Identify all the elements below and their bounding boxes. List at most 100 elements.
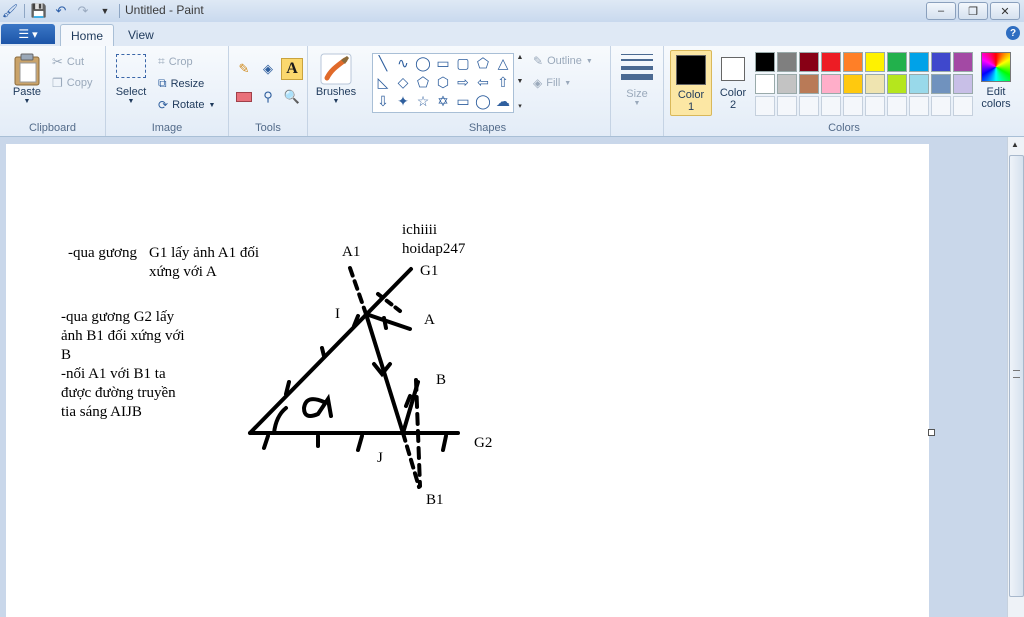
resize-icon: ⧉ bbox=[158, 76, 167, 90]
palette-swatch[interactable] bbox=[887, 52, 907, 72]
vertical-scrollbar[interactable]: ▲ bbox=[1007, 137, 1024, 617]
color1-button[interactable]: Color 1 bbox=[670, 50, 712, 116]
brushes-button[interactable]: Brushes ▼ bbox=[314, 52, 358, 105]
resize-button[interactable]: ⧉ Resize bbox=[158, 76, 204, 91]
palette-swatch[interactable] bbox=[777, 52, 797, 72]
close-button[interactable]: ✕ bbox=[990, 2, 1020, 20]
palette-swatch[interactable] bbox=[953, 52, 973, 72]
redo-icon[interactable]: ↷ bbox=[75, 3, 91, 19]
undo-icon[interactable]: ↶ bbox=[53, 3, 69, 19]
custom-color-slot[interactable] bbox=[953, 96, 973, 116]
left-arrow-shape[interactable]: ⇦ bbox=[473, 73, 493, 92]
fill-tool[interactable]: ◈ bbox=[257, 58, 279, 80]
rect-callout-shape[interactable]: ▭ bbox=[453, 92, 473, 111]
magnifier-tool[interactable]: 🔍 bbox=[281, 86, 303, 108]
outline-button[interactable]: ✎ Outline ▼ bbox=[533, 54, 593, 68]
curve-shape[interactable]: ∿ bbox=[393, 54, 413, 73]
down-arrow-shape[interactable]: ⇩ bbox=[373, 92, 393, 111]
fill-button[interactable]: ◈ Fill ▼ bbox=[533, 76, 571, 90]
window-controls: – ❐ ✕ bbox=[926, 2, 1020, 20]
color-picker-tool[interactable]: ⚲ bbox=[257, 86, 279, 108]
paste-button[interactable]: Paste ▼ bbox=[8, 52, 46, 105]
palette-swatch[interactable] bbox=[931, 52, 951, 72]
line-shape[interactable]: ╲ bbox=[373, 54, 393, 73]
palette-swatch[interactable] bbox=[755, 74, 775, 94]
rounded-rectangle-icon: ▢ bbox=[456, 55, 470, 71]
file-menu-button[interactable]: ☰ ▾ bbox=[1, 24, 55, 44]
copy-label: Copy bbox=[66, 77, 93, 89]
select-button[interactable]: Select ▼ bbox=[112, 54, 150, 105]
canvas-watermark-2: hoidap247 bbox=[402, 241, 466, 257]
hexagon-shape[interactable]: ⬡ bbox=[433, 73, 453, 92]
palette-swatch[interactable] bbox=[799, 52, 819, 72]
palette-swatch[interactable] bbox=[953, 74, 973, 94]
size-dropdown-icon: ▼ bbox=[633, 100, 641, 107]
rectangle-shape[interactable]: ▭ bbox=[433, 54, 453, 73]
right-arrow-shape[interactable]: ⇨ bbox=[453, 73, 473, 92]
paint-app-icon[interactable]: 🖌 bbox=[2, 3, 19, 19]
customize-qat-icon[interactable]: ▼ bbox=[97, 3, 113, 19]
palette-swatch[interactable] bbox=[821, 74, 841, 94]
diamond-shape[interactable]: ◇ bbox=[393, 73, 413, 92]
oval-shape[interactable]: ◯ bbox=[413, 54, 433, 73]
oval-callout-shape[interactable]: ◯ bbox=[473, 92, 493, 111]
rotate-button[interactable]: ⟳ Rotate ▼ bbox=[158, 98, 215, 112]
scroll-thumb[interactable] bbox=[1009, 155, 1024, 597]
palette-swatch[interactable] bbox=[931, 74, 951, 94]
five-point-star-shape[interactable]: ☆ bbox=[413, 92, 433, 111]
custom-color-slot[interactable] bbox=[755, 96, 775, 116]
right-triangle-icon: ◺ bbox=[377, 74, 389, 90]
triangle-shape[interactable]: △ bbox=[493, 54, 513, 73]
tab-view[interactable]: View bbox=[118, 24, 164, 45]
text-tool[interactable]: A bbox=[281, 58, 303, 80]
palette-swatch[interactable] bbox=[909, 52, 929, 72]
palette-swatch[interactable] bbox=[887, 74, 907, 94]
eyedropper-icon: ⚲ bbox=[263, 89, 273, 104]
custom-color-slot[interactable] bbox=[777, 96, 797, 116]
palette-swatch[interactable] bbox=[865, 74, 885, 94]
help-icon[interactable]: ? bbox=[1006, 26, 1020, 40]
cloud-callout-shape[interactable]: ☁ bbox=[493, 92, 513, 111]
eraser-tool[interactable] bbox=[233, 86, 255, 108]
pencil-tool[interactable]: ✎ bbox=[233, 58, 255, 80]
pentagon-shape[interactable]: ⬠ bbox=[413, 73, 433, 92]
rounded-rectangle-shape[interactable]: ▢ bbox=[453, 54, 473, 73]
palette-swatch[interactable] bbox=[799, 74, 819, 94]
copy-button[interactable]: ❐ Copy bbox=[52, 76, 92, 90]
palette-swatch[interactable] bbox=[909, 74, 929, 94]
palette-swatch[interactable] bbox=[821, 52, 841, 72]
palette-swatch[interactable] bbox=[755, 52, 775, 72]
custom-color-slot[interactable] bbox=[843, 96, 863, 116]
outline-icon: ✎ bbox=[533, 54, 544, 68]
four-point-star-shape[interactable]: ✦ bbox=[393, 92, 413, 111]
shapes-scroll[interactable]: ▲ ▼ ▾ bbox=[515, 54, 525, 110]
palette-swatch[interactable] bbox=[777, 74, 797, 94]
custom-color-slot[interactable] bbox=[865, 96, 885, 116]
six-point-star-shape[interactable]: ✡ bbox=[433, 92, 453, 111]
palette-swatch[interactable] bbox=[843, 52, 863, 72]
crop-button[interactable]: ⌗ Crop bbox=[158, 54, 193, 69]
minimize-button[interactable]: – bbox=[926, 2, 956, 20]
edit-colors-button[interactable]: Edit colors bbox=[976, 52, 1016, 114]
canvas-resize-handle[interactable] bbox=[928, 429, 935, 436]
up-arrow-shape[interactable]: ⇧ bbox=[493, 73, 513, 92]
palette-swatch[interactable] bbox=[843, 74, 863, 94]
custom-color-slot[interactable] bbox=[799, 96, 819, 116]
maximize-button[interactable]: ❐ bbox=[958, 2, 988, 20]
cut-button[interactable]: ✂ Cut bbox=[52, 54, 84, 70]
tab-home[interactable]: Home bbox=[60, 24, 115, 46]
save-icon[interactable]: 💾 bbox=[31, 3, 47, 19]
custom-color-slot[interactable] bbox=[931, 96, 951, 116]
tick-g1-1 bbox=[284, 380, 291, 396]
color2-button[interactable]: Color 2 bbox=[714, 50, 752, 114]
qat-separator bbox=[24, 4, 25, 18]
custom-color-slot[interactable] bbox=[821, 96, 841, 116]
custom-color-slot[interactable] bbox=[887, 96, 907, 116]
custom-color-slot[interactable] bbox=[909, 96, 929, 116]
right-triangle-shape[interactable]: ◺ bbox=[373, 73, 393, 92]
palette-swatch[interactable] bbox=[865, 52, 885, 72]
drawing-canvas[interactable]: -qua gương G1 lấy ảnh A1 đối xứng với A … bbox=[6, 144, 929, 617]
polygon-shape[interactable]: ⬠ bbox=[473, 54, 493, 73]
size-button[interactable]: Size ▼ bbox=[617, 54, 657, 107]
scroll-up-icon[interactable]: ▲ bbox=[1011, 140, 1019, 149]
